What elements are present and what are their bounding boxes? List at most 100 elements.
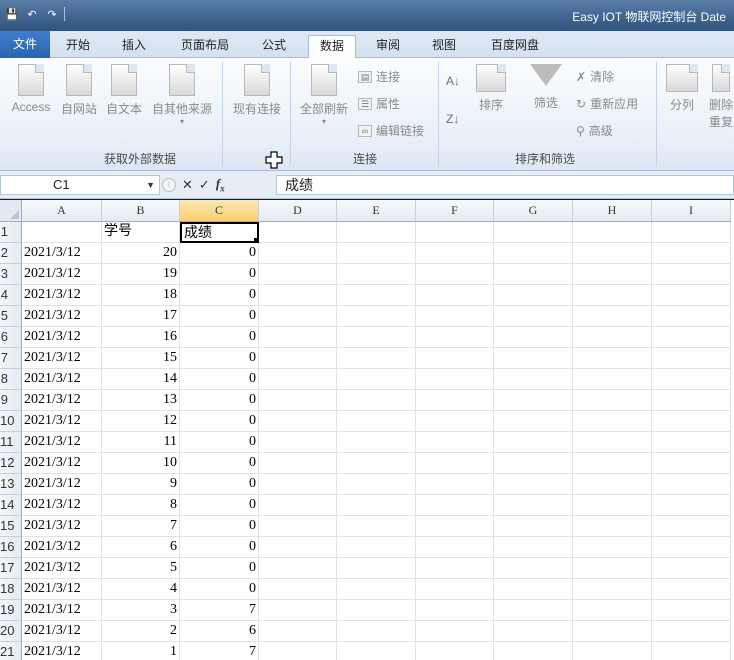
empty-cell[interactable] — [494, 579, 573, 600]
score-cell[interactable]: 0 — [180, 243, 259, 264]
row-header[interactable]: 2 — [0, 243, 22, 264]
empty-cell[interactable] — [337, 495, 416, 516]
empty-cell[interactable] — [573, 495, 652, 516]
tab-home[interactable]: 开始 — [58, 35, 98, 57]
empty-cell[interactable] — [494, 621, 573, 642]
empty-cell[interactable] — [259, 306, 337, 327]
date-cell[interactable]: 2021/3/12 — [22, 537, 102, 558]
empty-cell[interactable] — [337, 327, 416, 348]
empty-cell[interactable] — [494, 285, 573, 306]
from-other-sources-button[interactable]: 自其他来源 ▾ — [148, 64, 216, 126]
date-cell[interactable]: 2021/3/12 — [22, 306, 102, 327]
empty-cell[interactable] — [259, 327, 337, 348]
student-id-cell[interactable]: 19 — [102, 264, 180, 285]
empty-cell[interactable] — [259, 579, 337, 600]
empty-cell[interactable] — [259, 642, 337, 660]
empty-cell[interactable] — [416, 474, 494, 495]
score-cell[interactable]: 0 — [180, 474, 259, 495]
tab-formulas[interactable]: 公式 — [254, 35, 294, 57]
filter-button[interactable]: 筛选 — [526, 64, 566, 111]
empty-cell[interactable] — [494, 453, 573, 474]
empty-cell[interactable] — [337, 579, 416, 600]
student-id-cell[interactable]: 15 — [102, 348, 180, 369]
empty-cell[interactable] — [573, 285, 652, 306]
empty-cell[interactable] — [652, 453, 731, 474]
advanced-filter-button[interactable]: ⚲ 高级 — [576, 122, 613, 139]
empty-cell[interactable] — [259, 558, 337, 579]
score-cell[interactable]: 0 — [180, 369, 259, 390]
empty-cell[interactable] — [259, 411, 337, 432]
column-header-d[interactable]: D — [259, 200, 337, 222]
empty-cell[interactable] — [573, 516, 652, 537]
from-web-button[interactable]: 自网站 — [56, 64, 102, 117]
redo-icon[interactable]: ↷ — [44, 6, 60, 22]
save-icon[interactable]: 💾 — [4, 6, 20, 22]
empty-cell[interactable] — [652, 432, 731, 453]
empty-cell[interactable] — [416, 327, 494, 348]
student-id-cell[interactable]: 20 — [102, 243, 180, 264]
empty-cell[interactable] — [416, 600, 494, 621]
sort-ascending-button[interactable]: A↓ — [446, 74, 460, 88]
empty-cell[interactable] — [416, 348, 494, 369]
empty-cell[interactable] — [337, 348, 416, 369]
row-header[interactable]: 8 — [0, 369, 22, 390]
tab-insert[interactable]: 插入 — [114, 35, 154, 57]
empty-cell[interactable] — [652, 621, 731, 642]
score-cell[interactable]: 0 — [180, 537, 259, 558]
chevron-down-icon[interactable]: ▼ — [146, 176, 155, 194]
date-cell[interactable]: 2021/3/12 — [22, 327, 102, 348]
empty-cell[interactable] — [494, 600, 573, 621]
empty-cell[interactable] — [573, 600, 652, 621]
date-cell[interactable]: 2021/3/12 — [22, 432, 102, 453]
empty-cell[interactable] — [652, 537, 731, 558]
empty-cell[interactable] — [337, 642, 416, 660]
empty-cell[interactable] — [337, 411, 416, 432]
empty-cell[interactable] — [652, 495, 731, 516]
score-cell[interactable]: 0 — [180, 516, 259, 537]
empty-cell[interactable] — [573, 642, 652, 660]
expand-icon[interactable]: ⁝ — [162, 178, 176, 192]
empty-cell[interactable] — [416, 453, 494, 474]
score-cell[interactable]: 0 — [180, 285, 259, 306]
empty-cell[interactable] — [573, 579, 652, 600]
row-header[interactable]: 19 — [0, 600, 22, 621]
header-cell-b[interactable]: 学号 — [102, 222, 180, 243]
clear-filter-button[interactable]: ✗ 清除 — [576, 68, 614, 85]
empty-cell[interactable] — [652, 306, 731, 327]
empty-cell[interactable] — [416, 264, 494, 285]
date-cell[interactable]: 2021/3/12 — [22, 495, 102, 516]
empty-cell[interactable] — [573, 558, 652, 579]
date-cell[interactable]: 2021/3/12 — [22, 453, 102, 474]
header-cell-a[interactable] — [22, 222, 102, 243]
empty-cell[interactable] — [259, 453, 337, 474]
empty-cell[interactable] — [494, 474, 573, 495]
cancel-icon[interactable]: ✕ — [182, 177, 193, 193]
student-id-cell[interactable]: 6 — [102, 537, 180, 558]
row-header[interactable]: 6 — [0, 327, 22, 348]
student-id-cell[interactable]: 13 — [102, 390, 180, 411]
date-cell[interactable]: 2021/3/12 — [22, 474, 102, 495]
column-header-g[interactable]: G — [494, 200, 573, 222]
row-header[interactable]: 9 — [0, 390, 22, 411]
student-id-cell[interactable]: 4 — [102, 579, 180, 600]
score-cell[interactable]: 0 — [180, 411, 259, 432]
empty-cell[interactable] — [259, 348, 337, 369]
date-cell[interactable]: 2021/3/12 — [22, 285, 102, 306]
empty-cell[interactable] — [416, 579, 494, 600]
score-cell[interactable]: 0 — [180, 558, 259, 579]
empty-cell[interactable] — [259, 537, 337, 558]
empty-cell[interactable] — [337, 558, 416, 579]
empty-cell[interactable] — [652, 369, 731, 390]
name-box[interactable]: C1 ▼ — [0, 175, 160, 195]
row-header[interactable]: 14 — [0, 495, 22, 516]
empty-cell[interactable] — [494, 516, 573, 537]
empty-cell[interactable] — [416, 558, 494, 579]
row-header[interactable]: 7 — [0, 348, 22, 369]
empty-cell[interactable] — [416, 390, 494, 411]
score-cell[interactable]: 0 — [180, 327, 259, 348]
student-id-cell[interactable]: 12 — [102, 411, 180, 432]
empty-cell[interactable] — [652, 411, 731, 432]
student-id-cell[interactable]: 7 — [102, 516, 180, 537]
header-cell-f[interactable] — [416, 222, 494, 243]
from-access-button[interactable]: Access — [8, 64, 54, 114]
